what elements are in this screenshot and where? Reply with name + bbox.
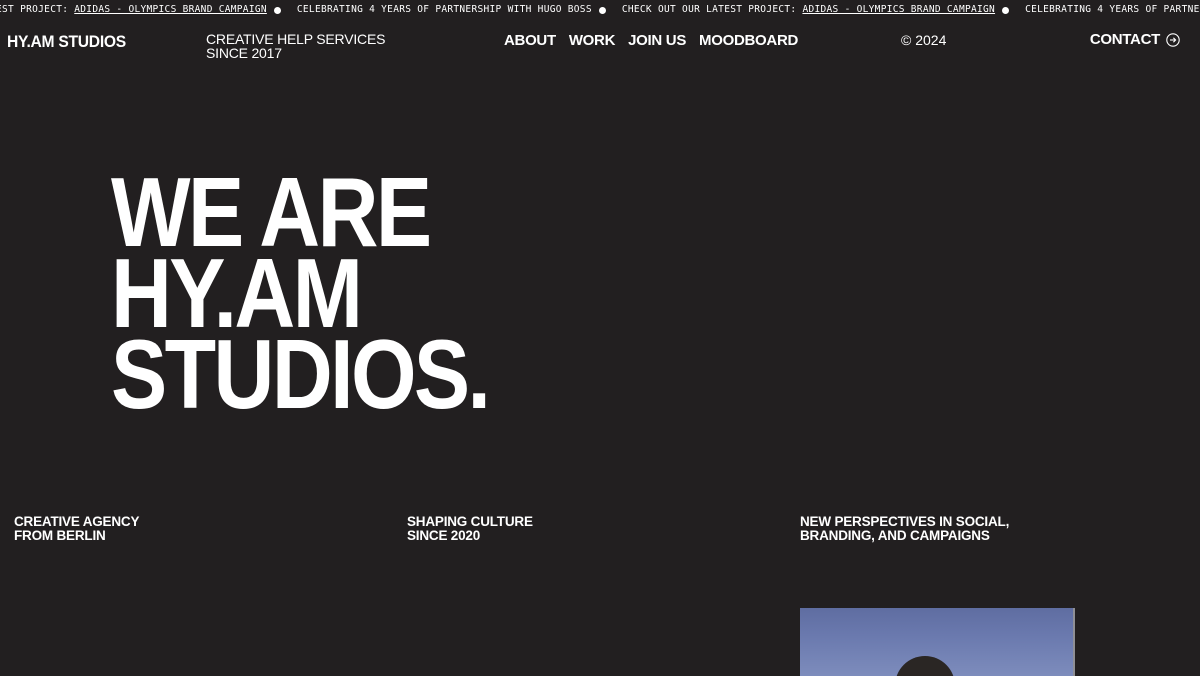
- ticker-link-adidas[interactable]: ADIDAS - OLYMPICS BRAND CAMPAIGN: [802, 0, 995, 20]
- ticker-item: CHECK OUT OUR LATEST PROJECT: ADIDAS - O…: [622, 0, 1017, 20]
- info-line: CREATIVE AGENCY: [14, 514, 140, 529]
- site-header: HY.AM STUDIOS CREATIVE HELP SERVICES SIN…: [0, 28, 1200, 68]
- photo-edge: [1073, 608, 1075, 676]
- ticker-text: CELEBRATING 4 YEARS OF PARTNERSHIP WITH …: [296, 4, 592, 15]
- ticker-item: TEST PROJECT: ADIDAS - OLYMPICS BRAND CA…: [0, 0, 289, 20]
- info-line: FROM BERLIN: [14, 528, 106, 543]
- hero-heading: WE ARE HY.AM STUDIOS.: [111, 163, 491, 429]
- ticker-text: CHECK OUT OUR LATEST PROJECT:: [621, 4, 797, 15]
- ticker-track: TEST PROJECT: ADIDAS - OLYMPICS BRAND CA…: [0, 0, 1200, 20]
- main-nav: ABOUT WORK JOIN US MOODBOARD: [504, 32, 798, 49]
- tagline: CREATIVE HELP SERVICES SINCE 2017: [206, 32, 385, 60]
- bullet-dot-icon: [598, 6, 606, 14]
- logo[interactable]: HY.AM STUDIOS: [7, 32, 126, 52]
- nav-item-join-us[interactable]: JOIN US: [628, 32, 686, 49]
- tagline-line: SINCE 2017: [206, 45, 282, 61]
- info-line: SINCE 2020: [407, 528, 481, 543]
- nav-item-work[interactable]: WORK: [569, 32, 616, 49]
- ticker-text: CELEBRATING 4 YEARS OF PARTNERSHIP WITH …: [1025, 4, 1200, 15]
- info-line: SHAPING CULTURE: [407, 514, 533, 529]
- featured-project-image[interactable]: [800, 608, 1075, 676]
- info-line: NEW PERSPECTIVES IN SOCIAL,: [800, 514, 1010, 529]
- ticker-link-adidas[interactable]: ADIDAS - OLYMPICS BRAND CAMPAIGN: [74, 0, 267, 20]
- contact-button[interactable]: CONTACT: [1090, 31, 1180, 48]
- contact-label: CONTACT: [1089, 31, 1160, 48]
- info-creative-agency: CREATIVE AGENCY FROM BERLIN: [14, 515, 139, 543]
- ticker-item: CELEBRATING 4 YEARS OF PARTNERSHIP WITH …: [297, 0, 614, 20]
- info-shaping-culture: SHAPING CULTURE SINCE 2020: [407, 515, 533, 543]
- ticker-text: TEST PROJECT:: [0, 4, 69, 15]
- arrow-circle-right-icon: [1166, 32, 1180, 47]
- tagline-line: CREATIVE HELP SERVICES: [206, 31, 386, 47]
- photo-subject: [895, 656, 955, 676]
- bullet-dot-icon: [1002, 6, 1010, 14]
- ticker-item: CELEBRATING 4 YEARS OF PARTNERSHIP WITH …: [1025, 0, 1200, 20]
- nav-item-about[interactable]: ABOUT: [504, 32, 556, 49]
- info-line: BRANDING, AND CAMPAIGNS: [800, 528, 990, 543]
- announcement-ticker: TEST PROJECT: ADIDAS - OLYMPICS BRAND CA…: [0, 0, 1200, 20]
- bullet-dot-icon: [273, 6, 281, 14]
- info-new-perspectives: NEW PERSPECTIVES IN SOCIAL, BRANDING, AN…: [800, 515, 1009, 543]
- hero-line: STUDIOS.: [111, 319, 491, 429]
- copyright: © 2024: [901, 32, 947, 48]
- nav-item-moodboard[interactable]: MOODBOARD: [699, 32, 798, 49]
